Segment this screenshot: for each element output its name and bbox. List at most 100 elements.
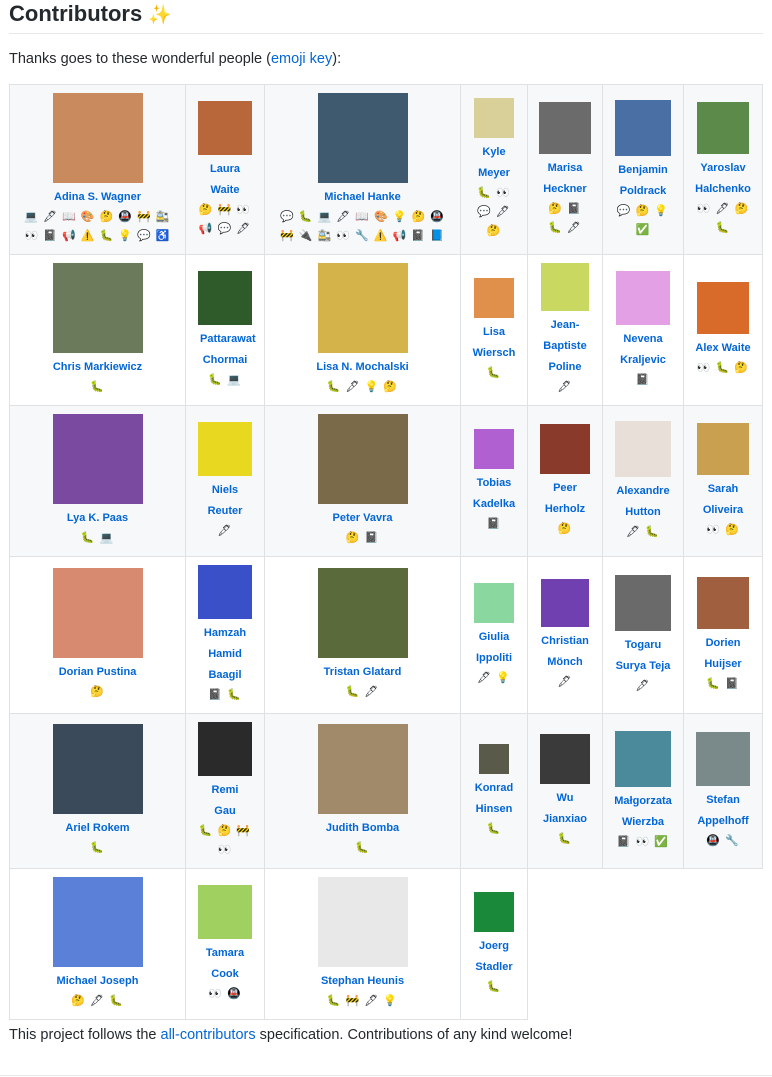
contributor-name[interactable]: Togaru Surya Teja: [611, 635, 675, 677]
contributors-row: Dorian Pustina 🤔 Hamzah Hamid Baagil 📓 🐛 Tri…: [9, 556, 763, 714]
contributor-avatar[interactable]: [317, 263, 408, 353]
contributor-name[interactable]: Lisa N. Mochalski: [269, 357, 456, 378]
contributor-avatar[interactable]: [540, 733, 590, 784]
contributor-avatar[interactable]: [198, 270, 252, 325]
contributor-name[interactable]: Peter Vavra: [269, 508, 456, 529]
contributor-avatar[interactable]: [474, 277, 514, 318]
contributor-avatar[interactable]: [52, 724, 143, 814]
outro-after: specification. Contributions of any kind…: [255, 1027, 573, 1043]
contributor-name[interactable]: Alex Waite: [693, 338, 753, 359]
contributor-avatar[interactable]: [479, 743, 509, 774]
contributor-name[interactable]: Hamzah Hamid Baagil: [200, 623, 250, 686]
contributor-name[interactable]: Dorian Pustina: [14, 662, 181, 683]
contributor-avatar[interactable]: [697, 422, 749, 475]
contributor-avatar[interactable]: [198, 421, 252, 476]
contributor-name[interactable]: Marisa Heckner: [535, 158, 595, 200]
contributor-name[interactable]: Jean-Baptiste Poline: [535, 315, 595, 378]
contribution-emojis: 🚇 🔧: [706, 834, 740, 847]
contributor-name[interactable]: Michael Joseph: [14, 971, 181, 992]
contributor-name[interactable]: Alexandre Hutton: [611, 481, 675, 523]
contributor-name[interactable]: Joerg Stadler: [469, 936, 519, 978]
contributor-avatar[interactable]: [317, 568, 408, 658]
contributors-row: Lya K. Paas 🐛 💻 Niels Reuter 🖋 Peter Vavra 🤔 …: [9, 405, 763, 557]
contributor-name[interactable]: Adina S. Wagner: [14, 187, 181, 208]
contributor-avatar[interactable]: [615, 420, 671, 477]
contributor-name[interactable]: Niels Reuter: [200, 480, 250, 522]
contributor-name[interactable]: Dorien Huijser: [693, 633, 753, 675]
contributor-avatar[interactable]: [317, 877, 408, 967]
contributor-avatar[interactable]: [52, 93, 143, 183]
contributor-avatar[interactable]: [198, 884, 252, 939]
contributor-avatar[interactable]: [52, 568, 143, 658]
contributor-cell: Marisa Heckner 🤔 📓 🐛 🖋: [527, 84, 603, 255]
contributor-avatar[interactable]: [615, 574, 671, 631]
contributor-avatar[interactable]: [697, 282, 749, 334]
contributor-avatar[interactable]: [474, 891, 514, 932]
contributor-avatar[interactable]: [697, 101, 749, 154]
contributor-name[interactable]: Małgorzata Wierzba: [611, 791, 675, 833]
contributor-name[interactable]: Nevena Kraljevic: [611, 329, 675, 371]
contributor-avatar[interactable]: [539, 101, 591, 154]
contributor-avatar[interactable]: [52, 414, 143, 504]
contributor-name[interactable]: Laura Waite: [200, 159, 250, 201]
contribution-emojis: 🐛 🤔 🚧: [198, 825, 252, 837]
contributor-name[interactable]: Stephan Heunis: [269, 971, 456, 992]
contributor-name[interactable]: Sarah Oliveira: [693, 479, 753, 521]
contributor-avatar[interactable]: [198, 100, 252, 155]
contributor-avatar[interactable]: [615, 730, 671, 787]
contributor-name[interactable]: Yaroslav Halchenko: [693, 158, 753, 200]
all-contributors-link[interactable]: all-contributors: [161, 1027, 256, 1043]
contributor-avatar[interactable]: [541, 578, 589, 627]
contributor-avatar[interactable]: [317, 414, 408, 504]
contributor-name[interactable]: Ariel Rokem: [14, 818, 181, 839]
intro-before: Thanks goes to these wonderful people (: [9, 51, 271, 67]
contributor-name[interactable]: Wu Jianxiao: [535, 788, 595, 830]
contributor-avatar[interactable]: [474, 582, 514, 623]
contributor-avatar[interactable]: [52, 263, 143, 353]
contributor-avatar[interactable]: [540, 423, 590, 474]
contributor-name[interactable]: Michael Hanke: [269, 187, 456, 208]
contributor-name[interactable]: Christian Mönch: [535, 631, 595, 673]
contributor-avatar[interactable]: [697, 576, 749, 629]
contributor-cell: Alexandre Hutton 🖋 🐛: [602, 405, 684, 557]
contributor-cell: Kyle Meyer 🐛 👀 💬 🖋 🤔: [460, 84, 528, 255]
contributor-cell: Judith Bomba 🐛: [264, 713, 461, 869]
contribution-emojis: 🖋: [557, 381, 573, 393]
contributor-name[interactable]: Remi Gau: [200, 780, 250, 822]
contributor-avatar[interactable]: [541, 263, 589, 311]
contributor-name[interactable]: Benjamin Poldrack: [611, 160, 675, 202]
contributor-name[interactable]: Tamara Cook: [200, 943, 250, 985]
contributor-name[interactable]: Peer Herholz: [535, 478, 595, 520]
contributor-avatar[interactable]: [317, 93, 408, 183]
contributor-name[interactable]: Judith Bomba: [269, 818, 456, 839]
emoji-key-link[interactable]: emoji key: [271, 51, 332, 67]
contribution-emojis: 📓 🐛: [208, 689, 242, 701]
contribution-emojis: 🐛 🖋: [345, 686, 380, 698]
contributor-avatar[interactable]: [616, 270, 670, 325]
contribution-emojis: 🐛: [90, 842, 105, 854]
contributor-avatar[interactable]: [198, 722, 252, 776]
contribution-emojis: 💬 🖋: [477, 206, 511, 218]
contributor-name[interactable]: Tristan Glatard: [269, 662, 456, 683]
contributor-cell: Peer Herholz 🤔: [527, 405, 603, 557]
contributor-name[interactable]: Kyle Meyer: [469, 142, 519, 184]
contributor-name[interactable]: Konrad Hinsen: [469, 778, 519, 820]
contributor-name[interactable]: Lisa Wiersch: [469, 322, 519, 364]
contributor-avatar[interactable]: [52, 877, 143, 967]
contributor-name[interactable]: Chris Markiewicz: [14, 357, 181, 378]
contributor-name[interactable]: Pattarawat Chormai: [200, 329, 256, 371]
contributor-name[interactable]: Stefan Appelhoff: [693, 790, 753, 832]
contributor-avatar[interactable]: [615, 99, 671, 156]
contributor-avatar[interactable]: [317, 724, 408, 814]
contribution-emojis: 🐛: [557, 832, 573, 845]
contributor-name[interactable]: Lya K. Paas: [14, 508, 181, 529]
contributor-name[interactable]: Giulia Ippoliti: [469, 627, 519, 669]
contribution-emojis: 📓: [635, 373, 651, 386]
contributors-row: Ariel Rokem 🐛 Remi Gau 🐛 🤔 🚧 👀 Judith Bomba 🐛 K…: [9, 713, 763, 869]
contributor-name[interactable]: Tobias Kadelka: [469, 473, 519, 515]
contributor-avatar[interactable]: [198, 565, 252, 619]
contributor-avatar[interactable]: [696, 731, 750, 786]
contributor-avatar[interactable]: [474, 98, 514, 138]
contribution-emojis: 🖋: [217, 524, 233, 537]
contributor-avatar[interactable]: [474, 428, 514, 469]
